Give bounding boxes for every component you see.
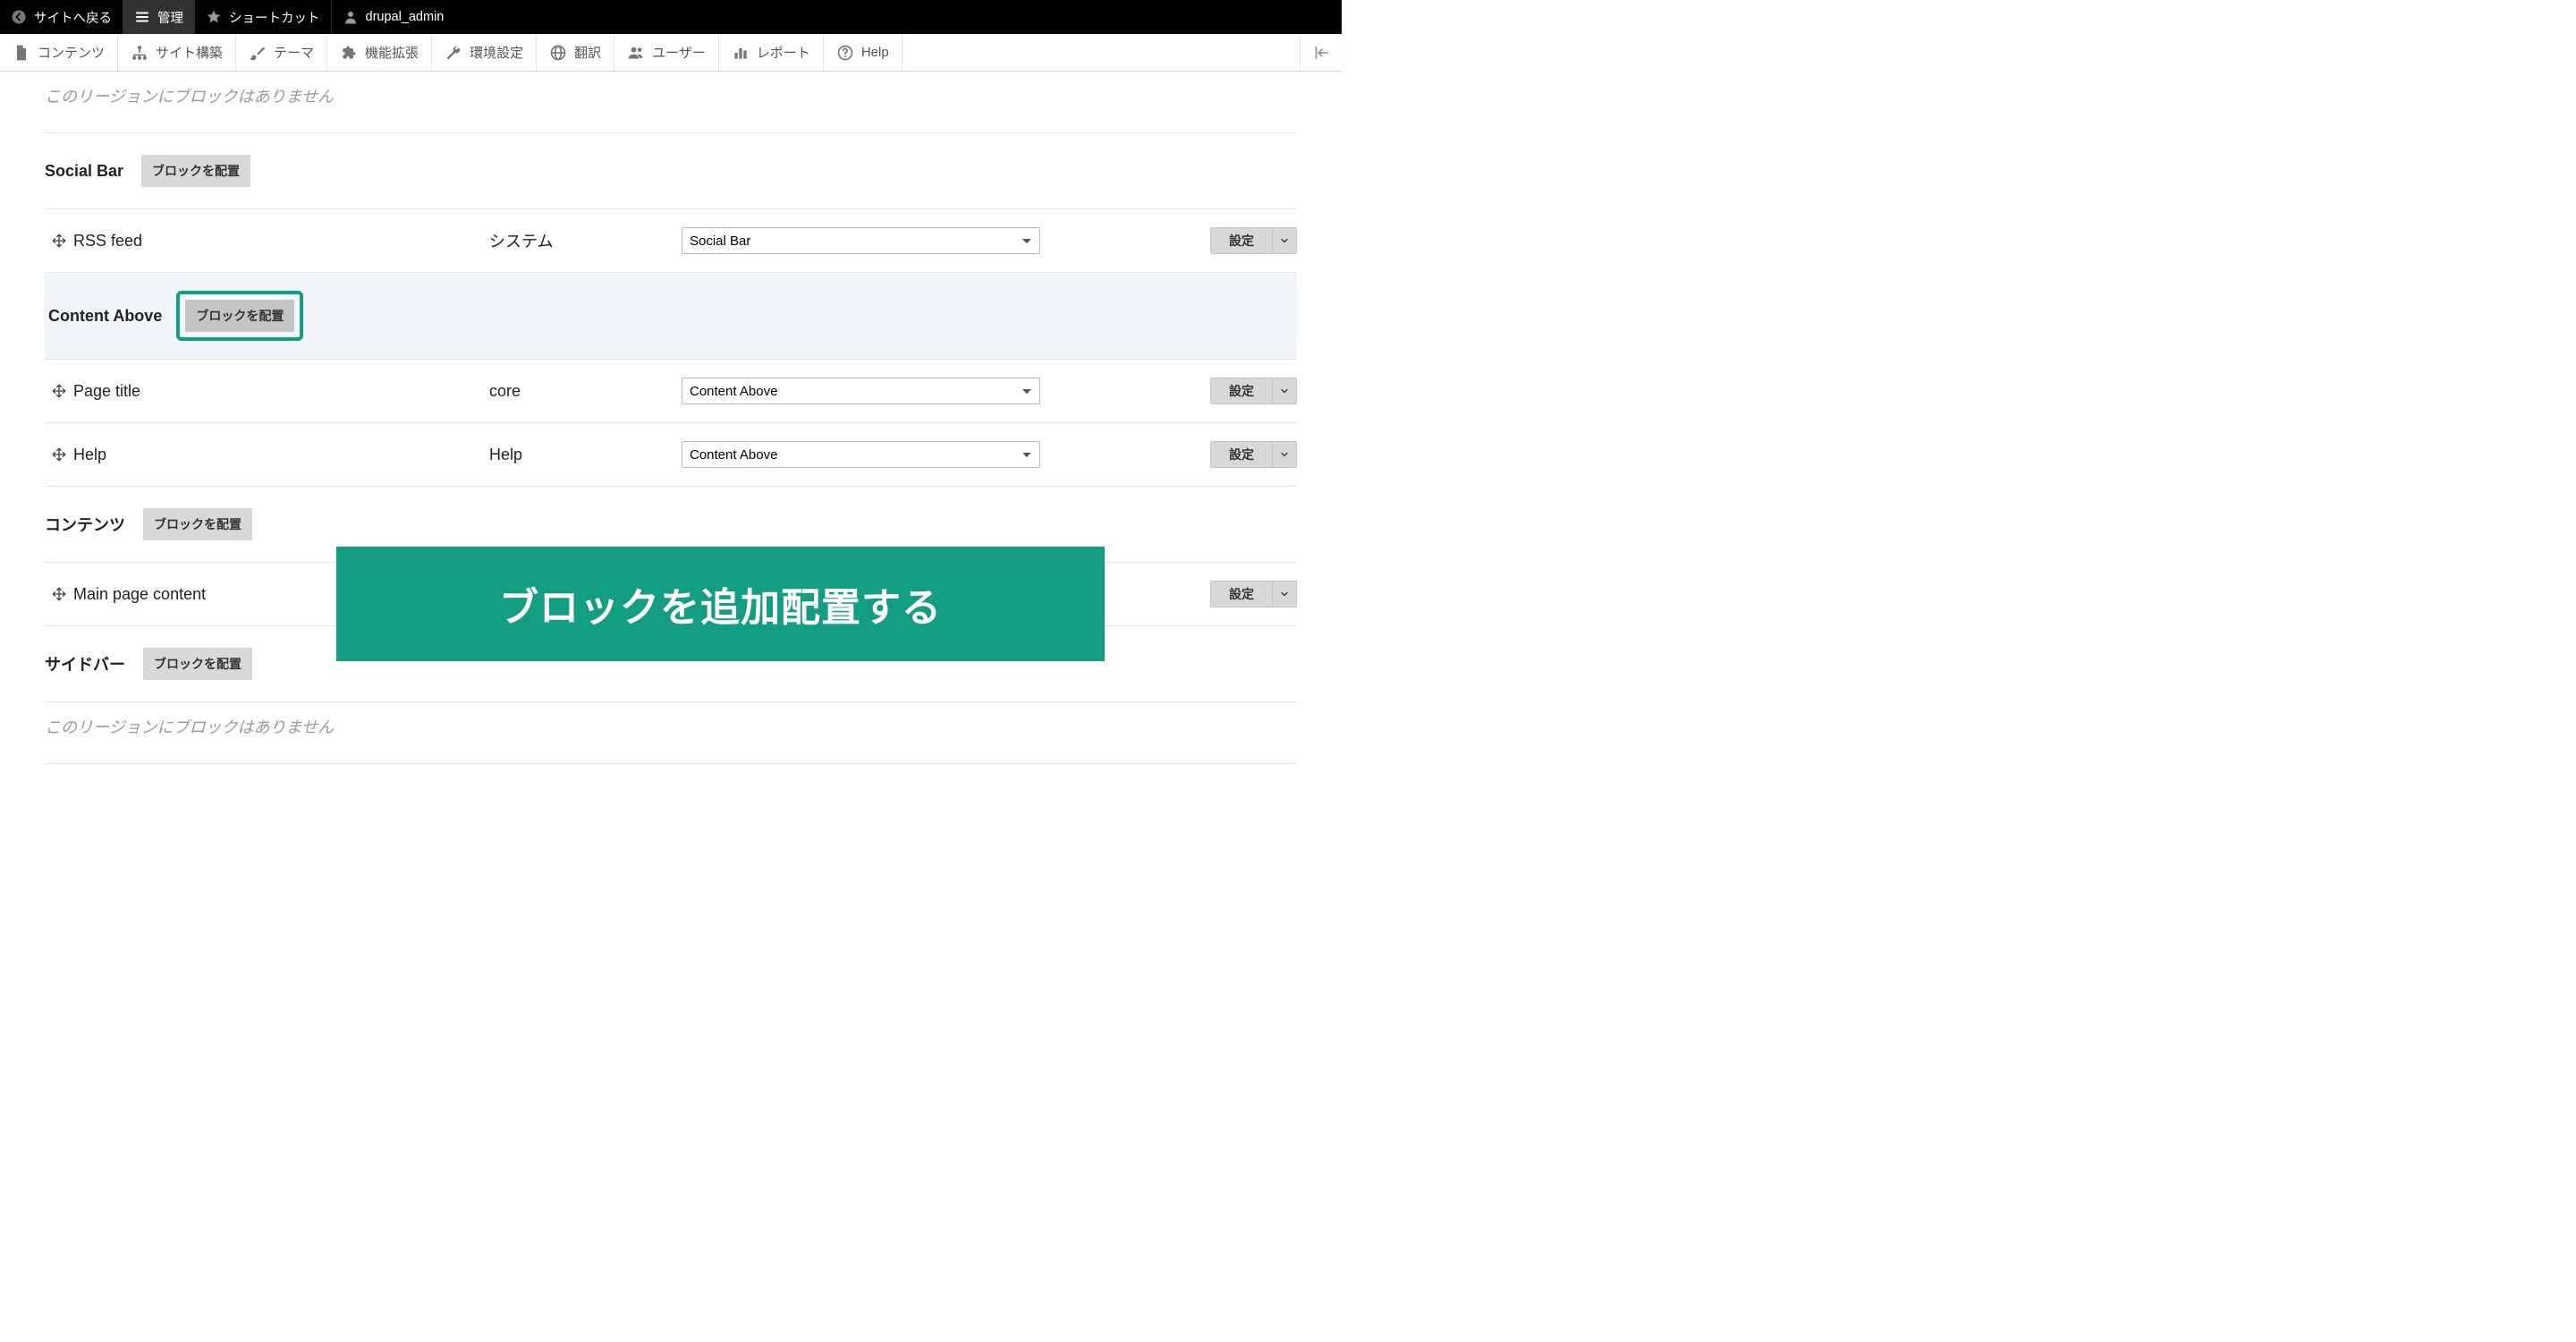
region-name-label: コンテンツ <box>45 513 125 536</box>
menu-configuration-label: 環境設定 <box>470 43 523 62</box>
globe-icon <box>549 44 567 62</box>
menu-help-label: Help <box>861 45 889 60</box>
manage-label: 管理 <box>157 8 183 27</box>
operations-dropdown-button[interactable] <box>1272 581 1297 607</box>
puzzle-icon <box>340 44 358 62</box>
shortcuts-label: ショートカット <box>229 8 320 27</box>
block-category: core <box>489 382 682 401</box>
menu-translate[interactable]: 翻訳 <box>537 34 614 71</box>
operations-dropdown-button[interactable] <box>1272 227 1297 254</box>
user-icon <box>343 9 359 25</box>
menu-help[interactable]: Help <box>824 34 902 71</box>
back-to-site-link[interactable]: サイトへ戻る <box>0 0 123 34</box>
block-row: HelpHelpContent Above設定 <box>45 423 1297 487</box>
region-select[interactable]: Social Bar <box>682 227 1040 254</box>
question-icon <box>836 44 854 62</box>
block-title: Page title <box>73 382 489 401</box>
place-block-button[interactable]: ブロックを配置 <box>143 508 252 540</box>
menu-content-label: コンテンツ <box>38 43 105 62</box>
collapse-icon <box>1311 43 1331 63</box>
settings-button[interactable]: 設定 <box>1210 378 1272 404</box>
place-block-wrap: ブロックを配置 <box>143 508 252 540</box>
region-header-content_above: Content Above ブロックを配置 <box>45 273 1297 360</box>
place-block-button[interactable]: ブロックを配置 <box>141 155 250 187</box>
region-name-label: サイドバー <box>45 652 125 675</box>
operations-dropdown-button[interactable] <box>1272 378 1297 404</box>
menu-people-label: ユーザー <box>652 43 706 62</box>
place-block-wrap: ブロックを配置 <box>143 648 252 680</box>
block-layout-content: このリージョンにブロックはありません Social Bar ブロックを配置 RSS f… <box>0 72 1342 800</box>
menu-extend[interactable]: 機能拡張 <box>327 34 432 71</box>
block-operations: 設定 <box>1055 227 1297 254</box>
hierarchy-icon <box>131 44 148 62</box>
operations-dropdown-button[interactable] <box>1272 441 1297 468</box>
wrench-icon <box>445 44 462 62</box>
place-block-wrap: ブロックを配置 <box>180 294 300 337</box>
block-category: システム <box>489 229 682 252</box>
menu-people[interactable]: ユーザー <box>614 34 719 71</box>
menu-structure[interactable]: サイト構築 <box>118 34 236 71</box>
manage-tab[interactable]: 管理 <box>123 0 195 34</box>
drag-handle-icon[interactable] <box>45 586 73 602</box>
region-select[interactable]: Content Above <box>682 378 1040 404</box>
block-operations: 設定 <box>1055 378 1297 404</box>
place-block-button[interactable]: ブロックを配置 <box>185 300 294 332</box>
block-row: Page titlecoreContent Above 設定 <box>45 360 1297 423</box>
menu-appearance-label: テーマ <box>274 43 314 62</box>
document-icon <box>13 44 30 62</box>
empty-region-message: このリージョンにブロックはありません <box>45 702 1297 763</box>
star-icon <box>206 9 222 25</box>
drag-handle-icon[interactable] <box>45 383 73 399</box>
block-title: RSS feed <box>73 232 489 251</box>
block-title: Help <box>73 446 489 464</box>
hamburger-icon <box>134 9 150 25</box>
brush-icon <box>249 44 267 62</box>
user-menu[interactable]: drupal_admin <box>332 0 455 34</box>
block-region-col: Social Bar <box>682 227 1055 254</box>
menu-configuration[interactable]: 環境設定 <box>432 34 537 71</box>
menu-reports[interactable]: レポート <box>719 34 824 71</box>
admin-menu-bar: コンテンツ サイト構築 テーマ 機能拡張 環境設定 翻訳 ユーザー レポート H… <box>0 34 1342 72</box>
settings-button[interactable]: 設定 <box>1210 441 1272 468</box>
empty-region-message: このリージョンにブロックはありません <box>45 72 1297 132</box>
place-block-wrap: ブロックを配置 <box>141 155 250 187</box>
place-block-button[interactable]: ブロックを配置 <box>143 648 252 680</box>
bar-chart-icon <box>732 44 750 62</box>
menu-translate-label: 翻訳 <box>574 43 601 62</box>
back-icon <box>11 9 27 25</box>
menu-appearance[interactable]: テーマ <box>236 34 327 71</box>
users-icon <box>627 44 645 62</box>
tutorial-overlay-banner: ブロックを追加配置する <box>336 547 1105 661</box>
block-row: RSS feedシステムSocial Bar 設定 <box>45 209 1297 273</box>
admin-top-bar: サイトへ戻る 管理 ショートカット drupal_admin <box>0 0 1342 34</box>
user-label: drupal_admin <box>366 10 445 24</box>
block-region-col: Content Above <box>682 441 1055 468</box>
menu-extend-label: 機能拡張 <box>365 43 419 62</box>
menu-reports-label: レポート <box>757 43 810 62</box>
menu-structure-label: サイト構築 <box>156 43 223 62</box>
toolbar-collapse[interactable] <box>1300 34 1342 71</box>
drag-handle-icon[interactable] <box>45 446 73 463</box>
menu-content[interactable]: コンテンツ <box>0 34 118 71</box>
block-operations: 設定 <box>1055 441 1297 468</box>
block-row: Main page content設定ブロックを追加配置する <box>45 563 1297 626</box>
region-header-social_bar: Social Bar ブロックを配置 <box>45 133 1297 209</box>
back-to-site-label: サイトへ戻る <box>34 8 112 27</box>
block-region-col: Content Above <box>682 378 1055 404</box>
drag-handle-icon[interactable] <box>45 233 73 249</box>
region-select[interactable]: Content Above <box>682 441 1040 468</box>
settings-button[interactable]: 設定 <box>1210 227 1272 254</box>
settings-button[interactable]: 設定 <box>1210 581 1272 607</box>
block-category: Help <box>489 446 682 464</box>
region-name-label: Content Above <box>48 307 162 326</box>
shortcuts-tab[interactable]: ショートカット <box>195 0 332 34</box>
region-name-label: Social Bar <box>45 162 123 181</box>
